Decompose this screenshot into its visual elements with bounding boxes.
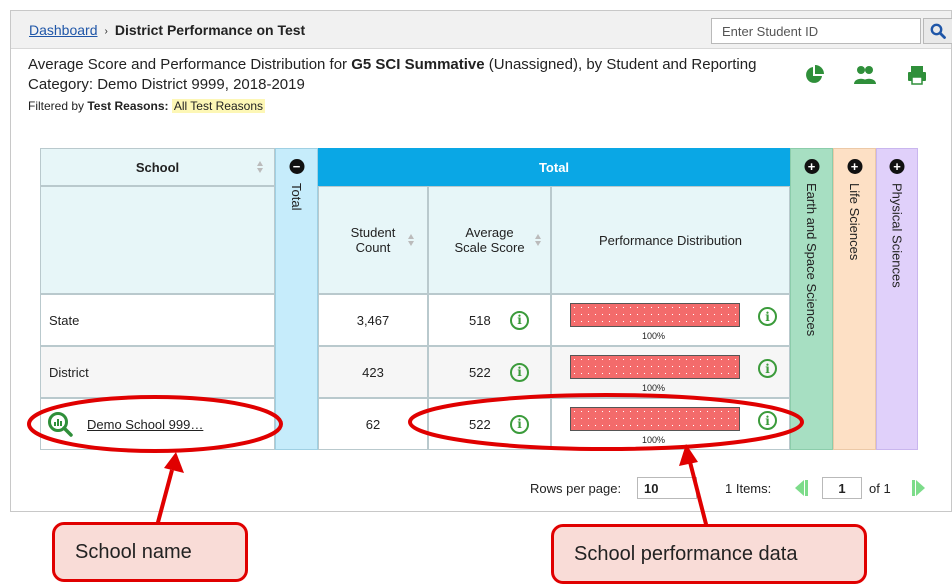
- callout-school-name: School name: [52, 522, 248, 582]
- arrow-head-left: [164, 452, 184, 473]
- arrow-line-left: [155, 469, 174, 527]
- school-name-highlight: [27, 395, 283, 453]
- arrow-line-right: [688, 461, 709, 529]
- callout-school-performance: School performance data: [551, 524, 867, 584]
- annotation-overlay: [27, 393, 804, 529]
- performance-data-highlight: [408, 393, 804, 451]
